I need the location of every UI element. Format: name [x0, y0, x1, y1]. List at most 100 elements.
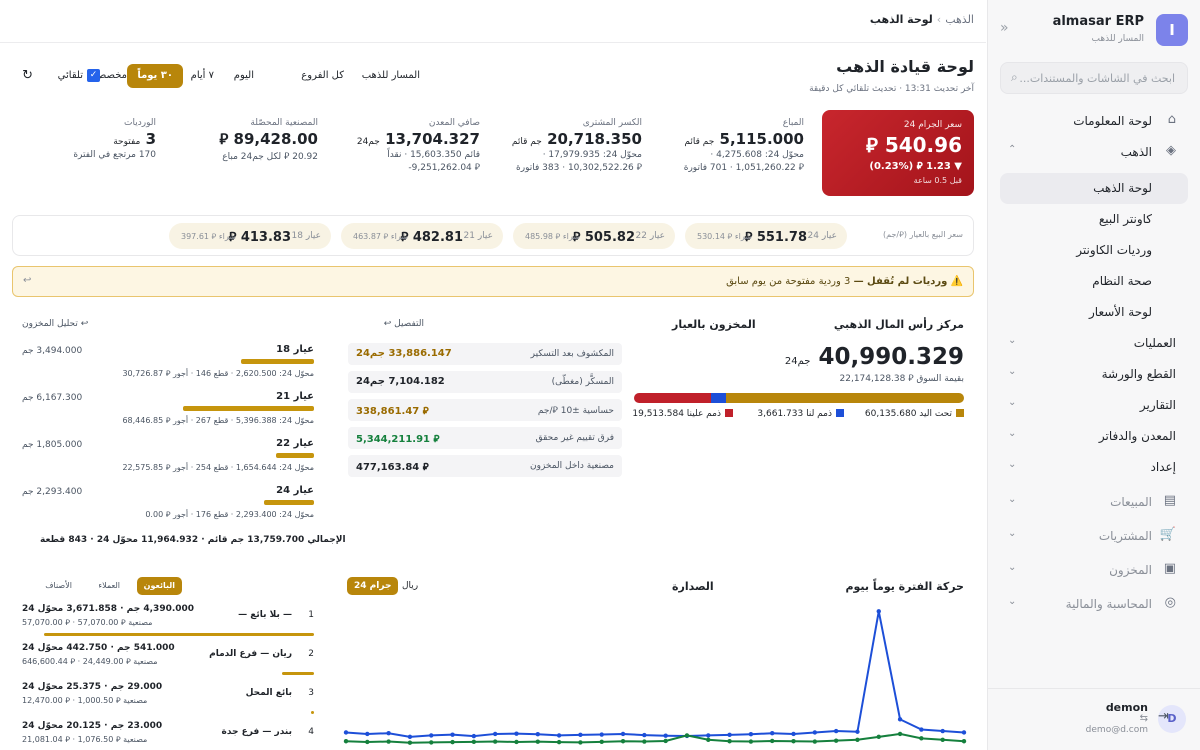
chevron-down-icon[interactable]: ⌄	[1008, 528, 1016, 539]
chevron-down-icon[interactable]: ⌄	[1008, 397, 1016, 408]
sidebar-item[interactable]: المبيعات ▤ ⌄	[1000, 487, 1188, 518]
sidebar-item[interactable]: المعدن والدفاتر ⌄	[1000, 421, 1188, 452]
data-point[interactable]	[663, 733, 668, 738]
data-point[interactable]	[876, 734, 881, 740]
period-30-days[interactable]: ٣٠ يوماً	[127, 64, 183, 88]
data-point[interactable]	[407, 734, 413, 740]
data-point[interactable]	[770, 738, 775, 744]
data-point[interactable]	[386, 731, 391, 736]
data-point[interactable]	[429, 733, 434, 738]
data-point[interactable]	[599, 739, 604, 745]
sidebar-item[interactable]: المخزون ▣ ⌄	[1000, 555, 1188, 586]
data-point[interactable]	[599, 732, 604, 737]
data-point[interactable]	[407, 740, 413, 745]
tab-sellers[interactable]: البائعون	[136, 577, 182, 595]
data-point[interactable]	[471, 733, 477, 739]
data-point[interactable]	[812, 730, 818, 735]
sidebar-item[interactable]: القطع والورشة ⌄	[1000, 359, 1188, 390]
data-point[interactable]	[620, 739, 626, 744]
data-point[interactable]	[876, 609, 881, 614]
sidebar-item[interactable]: التقارير ⌄	[1000, 390, 1188, 421]
data-point[interactable]	[578, 740, 583, 745]
chevron-down-icon[interactable]: ⌃	[1008, 144, 1016, 155]
logout-icon[interactable]: ⇥	[1158, 709, 1169, 724]
switch-account-icon[interactable]: ⇆	[1140, 713, 1148, 724]
leaderboard-row[interactable]: 3 بائع المحل 29.000 جم · 25.375 محوّل 24 مص…	[22, 682, 314, 718]
data-point[interactable]	[961, 739, 967, 744]
sidebar-item[interactable]: العمليات ⌄	[1000, 328, 1188, 359]
sidebar-item[interactable]: لوحة الأسعار	[1000, 297, 1188, 328]
tab-riyal[interactable]: ريال	[402, 577, 418, 595]
sidebar-item[interactable]: لوحة الذهب	[1000, 173, 1188, 204]
data-point[interactable]	[940, 728, 945, 734]
data-point[interactable]	[663, 738, 668, 744]
data-point[interactable]	[748, 739, 754, 744]
chevron-down-icon[interactable]: ⌄	[1008, 428, 1016, 439]
data-point[interactable]	[961, 730, 967, 735]
data-point[interactable]	[727, 732, 732, 738]
data-point[interactable]	[535, 739, 540, 744]
data-point[interactable]	[429, 740, 434, 745]
sidebar-item[interactable]: المشتريات 🛒 ⌄	[1000, 521, 1188, 552]
data-point[interactable]	[897, 717, 903, 722]
data-point[interactable]	[791, 731, 796, 737]
data-point[interactable]	[727, 739, 732, 744]
period-7-days[interactable]: ٧ أيام	[191, 64, 214, 88]
karat-chip[interactable]: عيار 18 413.83 ⃁ شراء ⃁ 397.61	[169, 223, 331, 249]
sidebar-item[interactable]: كاونتر البيع	[1000, 204, 1188, 235]
refresh-icon[interactable]: ↻	[22, 64, 33, 88]
sidebar-item[interactable]: لوحة المعلومات ⌂	[1000, 106, 1188, 137]
chevron-down-icon[interactable]: ⌄	[1008, 335, 1016, 346]
chevron-down-icon[interactable]: ⌄	[1008, 494, 1016, 505]
data-point[interactable]	[919, 727, 924, 732]
data-point[interactable]	[514, 739, 519, 745]
data-point[interactable]	[833, 728, 839, 734]
data-point[interactable]	[365, 739, 370, 745]
sidebar-item[interactable]: ورديات الكاونتر	[1000, 235, 1188, 266]
data-point[interactable]	[897, 731, 903, 737]
sidebar-item[interactable]: صحة النظام	[1000, 266, 1188, 297]
sidebar-item[interactable]: الذهب ◈ ⌃	[1000, 137, 1188, 168]
data-point[interactable]	[748, 732, 754, 737]
gold-price-card[interactable]: سعر الجرام 24 540.96 ⃁ ▼ 1.23 ⃁ (0.23%) …	[822, 110, 974, 196]
collapse-sidebar-icon[interactable]: «	[1000, 20, 1009, 36]
chevron-down-icon[interactable]: ⌄	[1008, 562, 1016, 573]
leaderboard-row[interactable]: 1 — بلا بائع — 4,390.000 جم · 3,671.858 مح…	[22, 604, 314, 640]
tab-gram-24[interactable]: جرام 24	[347, 577, 399, 595]
karat-chip[interactable]: عيار 24 551.78 ⃁ شراء ⃁ 530.14	[685, 223, 847, 249]
period-today[interactable]: اليوم	[234, 64, 254, 88]
data-point[interactable]	[535, 732, 540, 737]
data-point[interactable]	[706, 733, 711, 738]
chevron-down-icon[interactable]: ⌄	[1008, 459, 1016, 470]
open-shifts-alert[interactable]: ⚠️ ورديات لم تُقفل — 3 وردية مفتوحة من ي…	[12, 266, 974, 297]
sidebar-item[interactable]: المحاسبة والمالية ◎ ⌄	[1000, 589, 1188, 620]
data-point[interactable]	[343, 730, 349, 735]
data-point[interactable]	[471, 739, 477, 745]
tab-customers[interactable]: العملاء	[98, 577, 120, 595]
inventory-analysis-link[interactable]: ↩ تحليل المخزون	[22, 319, 88, 329]
data-point[interactable]	[343, 739, 349, 744]
data-point[interactable]	[492, 739, 498, 744]
app-logo[interactable]: I	[1156, 14, 1188, 46]
data-point[interactable]	[855, 737, 860, 742]
data-point[interactable]	[450, 739, 455, 745]
data-point[interactable]	[919, 736, 924, 741]
data-point[interactable]	[556, 739, 562, 745]
data-point[interactable]	[386, 739, 391, 744]
chevron-down-icon[interactable]: ⌄	[1008, 596, 1016, 607]
data-point[interactable]	[812, 739, 818, 744]
alert-arrow-icon[interactable]: ↩	[23, 275, 31, 286]
data-point[interactable]	[556, 733, 562, 738]
data-point[interactable]	[365, 731, 370, 737]
leaderboard-row[interactable]: 4 بندر — فرع جدة 23.000 جم · 20.125 محوّل …	[22, 721, 314, 750]
data-point[interactable]	[791, 739, 796, 744]
data-point[interactable]	[770, 731, 775, 736]
data-point[interactable]	[642, 732, 647, 738]
sidebar-search-input[interactable]: ابحث في الشاشات والمستندات... ⌕	[1000, 62, 1188, 94]
data-point[interactable]	[940, 737, 945, 742]
breadcrumb-parent[interactable]: الذهب	[945, 13, 974, 26]
data-point[interactable]	[514, 731, 519, 736]
data-point[interactable]	[642, 739, 647, 744]
data-point[interactable]	[684, 733, 690, 738]
auto-refresh-checkbox[interactable]: ✓	[87, 69, 100, 82]
